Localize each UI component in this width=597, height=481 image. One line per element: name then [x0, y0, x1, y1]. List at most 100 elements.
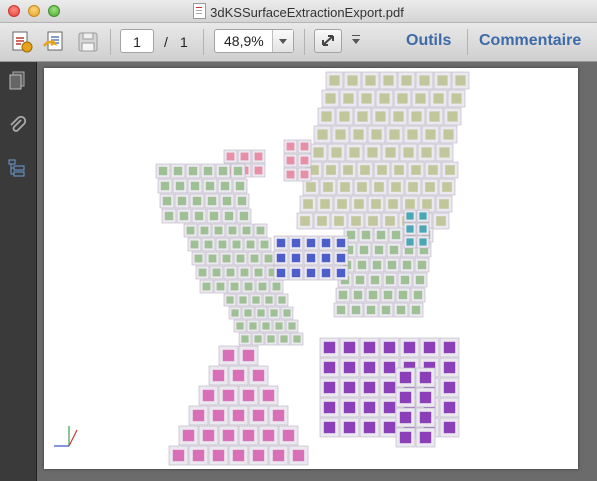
green-voxel — [386, 242, 402, 258]
purple-voxel — [339, 417, 360, 438]
page-thumbnails-icon[interactable] — [6, 70, 28, 92]
attachments-icon[interactable] — [6, 114, 28, 136]
olive-voxel — [336, 178, 354, 196]
pink-voxel — [238, 345, 259, 366]
green-voxel — [350, 287, 366, 303]
olive-voxel — [313, 212, 331, 230]
green-voxel — [219, 251, 234, 266]
document-area[interactable] — [37, 62, 597, 481]
green-voxel — [174, 193, 190, 209]
green-voxel — [333, 302, 349, 318]
green-voxel — [356, 242, 372, 258]
green-voxel — [234, 193, 250, 209]
toolbar-separator — [110, 29, 111, 55]
green-voxel — [185, 163, 201, 179]
save-icon[interactable] — [76, 30, 100, 54]
olive-voxel — [364, 212, 382, 230]
olive-voxel — [316, 195, 334, 213]
pink-voxel — [208, 405, 229, 426]
green-voxel — [253, 223, 268, 238]
green-voxel — [397, 272, 413, 288]
purple-voxel — [395, 427, 416, 448]
purple-voxel — [319, 377, 340, 398]
green-voxel — [161, 208, 177, 224]
pink-voxel — [228, 365, 249, 386]
pink-voxel — [208, 365, 229, 386]
expand-button[interactable] — [314, 29, 342, 53]
green-voxel — [371, 242, 387, 258]
pink-voxel — [297, 139, 312, 154]
olive-voxel — [317, 107, 336, 126]
tools-button[interactable]: Outils — [406, 32, 451, 50]
pink-voxel — [223, 149, 238, 164]
green-voxel — [257, 237, 272, 252]
olive-voxel — [393, 89, 412, 108]
green-voxel — [191, 208, 207, 224]
purple-voxel — [419, 337, 440, 358]
toolbar-separator — [304, 29, 305, 55]
pink-voxel — [288, 445, 309, 466]
pink-voxel — [248, 445, 269, 466]
olive-voxel — [296, 212, 314, 230]
green-voxel — [232, 178, 248, 194]
purple-voxel — [339, 337, 360, 358]
olive-voxel — [335, 107, 354, 126]
green-voxel — [227, 279, 242, 294]
olive-voxel — [425, 107, 444, 126]
purple-voxel — [439, 377, 460, 398]
green-voxel — [280, 306, 294, 320]
window-title-wrap: 3dKSSurfaceExtractionExport.pdf — [0, 3, 597, 20]
pink-voxel — [198, 425, 219, 446]
window-title: 3dKSSurfaceExtractionExport.pdf — [210, 5, 404, 20]
green-voxel — [354, 257, 370, 273]
green-voxel — [157, 178, 173, 194]
green-voxel — [373, 227, 389, 243]
olive-voxel — [411, 89, 430, 108]
olive-voxel — [441, 161, 459, 179]
green-voxel — [408, 302, 424, 318]
toolbar-separator — [203, 29, 204, 55]
page-number-field[interactable]: 1 — [120, 29, 154, 53]
pink-voxel — [297, 153, 312, 168]
more-arrow-icon[interactable] — [352, 35, 360, 44]
green-voxel — [211, 223, 226, 238]
purple-voxel — [319, 397, 340, 418]
zoom-select[interactable]: 48,9% — [214, 29, 294, 53]
pink-voxel — [228, 405, 249, 426]
olive-voxel — [432, 212, 450, 230]
green-voxel — [335, 287, 351, 303]
purple-voxel — [439, 417, 460, 438]
olive-voxel — [322, 161, 340, 179]
olive-voxel — [443, 107, 462, 126]
olive-voxel — [353, 178, 371, 196]
green-voxel — [369, 257, 385, 273]
green-voxel — [183, 223, 198, 238]
green-voxel — [259, 319, 273, 333]
green-voxel — [272, 319, 286, 333]
purple-voxel — [395, 367, 416, 388]
pink-voxel — [188, 445, 209, 466]
blue-voxel — [333, 265, 349, 281]
green-voxel — [251, 332, 265, 346]
green-voxel — [241, 279, 256, 294]
blue-voxel — [273, 265, 289, 281]
purple-voxel — [415, 367, 436, 388]
green-voxel — [365, 287, 381, 303]
green-voxel — [189, 193, 205, 209]
green-voxel — [243, 237, 258, 252]
title-bar: 3dKSSurfaceExtractionExport.pdf — [0, 0, 597, 23]
olive-voxel — [433, 71, 452, 90]
pink-voxel — [283, 153, 298, 168]
layers-icon[interactable] — [6, 157, 28, 179]
comment-button[interactable]: Commentaire — [479, 32, 581, 50]
zoom-dropdown-arrow-icon[interactable] — [272, 30, 293, 52]
share-pdf-icon[interactable] — [42, 30, 66, 54]
olive-voxel — [353, 107, 372, 126]
olive-voxel — [435, 143, 454, 162]
green-voxel — [200, 163, 216, 179]
green-voxel — [236, 208, 252, 224]
olive-voxel — [361, 71, 380, 90]
purple-voxel — [359, 377, 380, 398]
create-pdf-icon[interactable] — [10, 30, 34, 54]
olive-voxel — [367, 195, 385, 213]
